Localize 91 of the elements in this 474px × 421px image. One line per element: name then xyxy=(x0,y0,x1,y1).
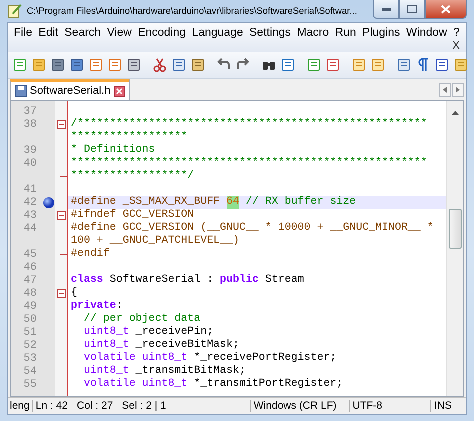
line-number: 52 xyxy=(22,340,37,352)
line-number: 41 xyxy=(22,184,37,196)
line-number: 50 xyxy=(22,314,37,326)
code-text: #define _SS_MAX_RX_BUFF xyxy=(71,196,222,209)
code-text: * Definitions xyxy=(71,144,156,157)
tab-label: SoftwareSerial.h xyxy=(30,85,111,97)
status-text: UTF-8 xyxy=(350,400,432,412)
code-text: class xyxy=(71,274,104,287)
line-number: 46 xyxy=(22,262,37,274)
line-number: 49 xyxy=(22,300,37,312)
maximize-button[interactable] xyxy=(399,0,425,19)
code-text: // RX buffer size xyxy=(244,196,356,209)
line-number: 45 xyxy=(22,248,37,260)
maximize-icon xyxy=(407,5,417,13)
menu-item[interactable]: Window xyxy=(404,26,450,40)
fold-minus-icon[interactable] xyxy=(56,211,66,220)
scroll-left-button[interactable] xyxy=(439,83,451,97)
close-button[interactable] xyxy=(425,0,467,19)
code-text: uint8_t xyxy=(82,365,130,378)
menu-item[interactable]: Run xyxy=(333,26,358,40)
menu-item[interactable]: Search xyxy=(62,26,104,40)
scroll-right-button[interactable] xyxy=(452,83,464,97)
window-title: C:\Program Files\Arduino\hardware\arduino\avr\libraries\SoftwareSerial\Softwar... xyxy=(27,6,358,16)
code-text: Stream xyxy=(264,274,304,287)
status-text: Windows (CR LF) xyxy=(250,400,350,412)
menu-item[interactable]: File xyxy=(12,26,35,40)
line-number: 55 xyxy=(22,378,37,390)
close-icon[interactable] xyxy=(114,86,125,96)
code-text: public xyxy=(220,274,259,287)
code-text: volatile uint8_t xyxy=(82,378,188,391)
line-number: 44 xyxy=(22,222,37,234)
right-arrow-icon xyxy=(456,87,460,93)
line-number: 43 xyxy=(22,210,37,222)
line-number: 39 xyxy=(22,144,37,156)
code-text: _receiveBitMask; xyxy=(134,339,240,352)
menu-item[interactable]: Plugins xyxy=(360,26,402,40)
code-text: private xyxy=(71,300,116,313)
menu-item[interactable]: View xyxy=(105,26,134,40)
menu-item[interactable]: Settings xyxy=(248,26,294,40)
code-text: uint8_t xyxy=(82,326,130,339)
code-text: _transmitBitMask; xyxy=(134,365,246,378)
menu-item[interactable]: Macro xyxy=(295,26,332,40)
code-text: { xyxy=(71,287,78,300)
line-number: 47 xyxy=(22,274,37,286)
code-text: SoftwareSerial : xyxy=(108,274,215,287)
code-text: : xyxy=(116,300,123,313)
close-icon xyxy=(441,4,451,14)
file-tab[interactable]: SoftwareSerial.h xyxy=(10,79,130,100)
menu-item[interactable]: Language xyxy=(190,26,246,40)
line-number: 40 xyxy=(22,158,37,170)
code-text: #endif xyxy=(71,248,110,261)
code-text: volatile uint8_t xyxy=(82,352,188,365)
line-number: 53 xyxy=(22,352,37,364)
code-text: /****************************************************** xyxy=(71,118,428,131)
code-text: ******************************************************* xyxy=(71,157,428,170)
fold-minus-icon[interactable] xyxy=(56,120,66,129)
vertical-scrollbar[interactable] xyxy=(446,101,463,396)
minimize-icon xyxy=(382,8,390,10)
line-number: 48 xyxy=(22,288,37,300)
code-text: #ifndef GCC_VERSION xyxy=(71,209,194,222)
line-number: 38 xyxy=(22,118,37,130)
code-text: _receivePin; xyxy=(134,326,214,339)
menu-item[interactable]: ? xyxy=(451,26,462,40)
code-text: // per object data xyxy=(82,313,201,326)
scrollbar-thumb[interactable] xyxy=(448,209,462,249)
status-text: INS xyxy=(433,400,453,412)
menu-item[interactable]: Edit xyxy=(36,26,60,40)
menu-item[interactable]: Encoding xyxy=(136,26,188,40)
line-number: 51 xyxy=(22,326,37,338)
status-text: Col : 27 xyxy=(76,400,114,412)
status-text: leng xyxy=(8,400,33,412)
code-text: uint8_t xyxy=(82,339,130,352)
close-document-button[interactable]: X xyxy=(450,40,462,52)
fold-minus-icon[interactable] xyxy=(56,289,66,298)
code-text: *_transmitPortRegister; xyxy=(193,378,344,391)
cut-icon[interactable] xyxy=(152,57,168,73)
code-text: #define GCC_VERSION (__GNUC__ * 10000 + __GNUC_MINOR__ * xyxy=(71,222,434,235)
code-text: ****************** xyxy=(71,131,188,144)
status-text: Sel : 2 | 1 xyxy=(119,400,251,412)
line-number: 37 xyxy=(22,106,37,118)
up-arrow-icon[interactable] xyxy=(452,111,458,115)
code-text: 100 + __GNUC_PATCHLEVEL__) xyxy=(71,235,240,248)
left-arrow-icon xyxy=(443,87,447,93)
code-text: ******************/ xyxy=(71,170,194,183)
minimize-button[interactable] xyxy=(373,0,399,19)
highlighted-number: 64 xyxy=(226,196,240,209)
code-text: *_receivePortRegister; xyxy=(193,352,337,365)
line-number: 42 xyxy=(22,196,37,208)
notepad-icon xyxy=(7,3,23,19)
line-number: 54 xyxy=(22,366,37,378)
status-text: Ln : 42 xyxy=(34,400,69,412)
